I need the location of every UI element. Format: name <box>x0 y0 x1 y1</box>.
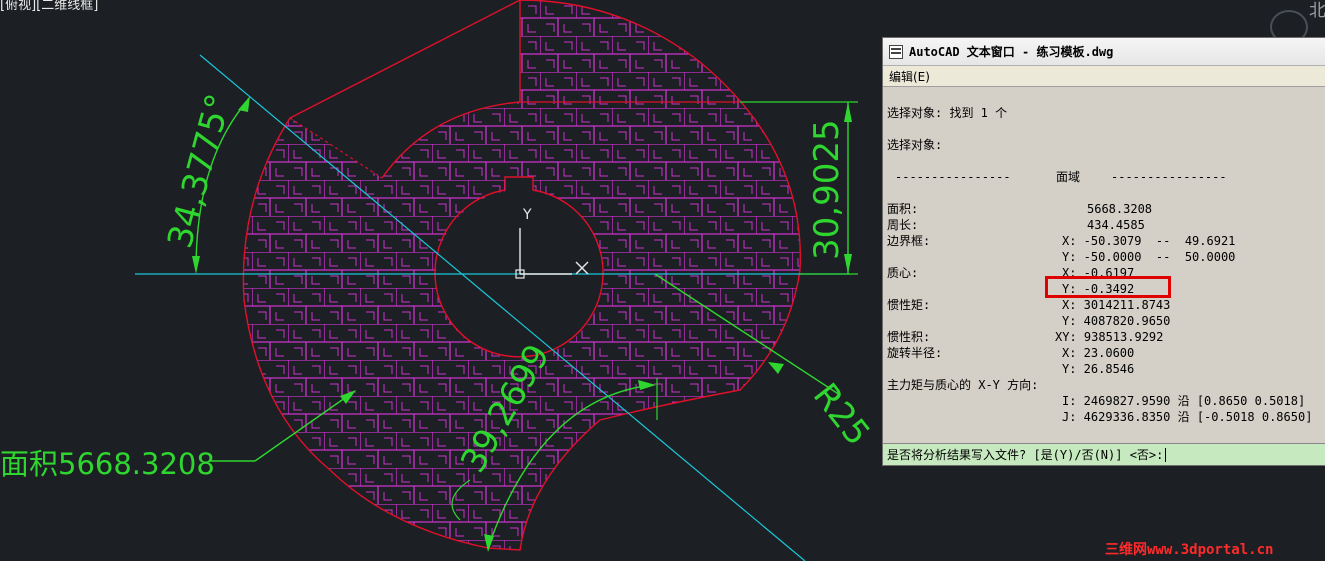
line-select-found: 选择对象: 找到 1 个 <box>887 106 1008 120</box>
viewcube-north-label: 北 <box>1309 1 1325 21</box>
app-window-icon <box>889 44 903 59</box>
radius-dimension-text: R25 <box>805 376 878 453</box>
line-select-prompt: 选择对象: <box>887 138 943 152</box>
moi-y: Y: 4087820.9650 <box>1062 314 1171 328</box>
command-line[interactable]: 是否将分析结果写入文件? [是(Y)/否(N)] <否>: <box>883 443 1325 465</box>
poi-xy: XY: 938513.9292 <box>1055 330 1164 344</box>
text-window-output[interactable]: 选择对象: 找到 1 个 选择对象: ---------------- 面域 -… <box>883 87 1325 442</box>
gyration-name: 旋转半径: <box>887 346 943 360</box>
area-name: 面积: <box>887 202 919 216</box>
area-value: 5668.3208 <box>1087 202 1153 216</box>
perimeter-name: 周长: <box>887 218 919 232</box>
line-separator-title: 面域 <box>1056 170 1081 184</box>
area-leader-text: 面积5668.3208 <box>0 447 215 481</box>
principal-name: 主力矩与质心的 X-Y 方向: <box>887 378 1039 392</box>
gyration-x: X: 23.0600 <box>1062 346 1135 360</box>
watermark-text: 三维网www.3dportal.cn <box>1105 542 1274 558</box>
centroid-name: 质心: <box>887 266 919 280</box>
poi-name: 惯性积: <box>887 330 931 344</box>
linear-dimension-vertical-text: 30,9025 <box>807 119 847 260</box>
moi-x: X: 3014211.8743 <box>1062 298 1171 312</box>
ucs-y-label: Y <box>522 207 532 223</box>
gyration-y: Y: 26.8546 <box>1062 362 1135 376</box>
angle-dimension-1[interactable]: 34,3775° <box>160 90 250 274</box>
perimeter-value: 434.4585 <box>1087 218 1145 232</box>
centroid-y-highlight-box <box>1045 276 1171 298</box>
principal-j: J: 4629336.8350 沿 [-0.5018 0.8650] <box>1062 410 1313 424</box>
command-prompt: 是否将分析结果写入文件? [是(Y)/否(N)] <否>: <box>887 448 1164 462</box>
viewport-view-label[interactable]: [俯视][二维线框] <box>0 0 98 13</box>
text-window-titlebar[interactable]: AutoCAD 文本窗口 - 练习模板.dwg <box>883 38 1325 66</box>
menu-edit[interactable]: 编辑(E) <box>889 68 930 85</box>
bbox-name: 边界框: <box>887 234 931 248</box>
bbox-x: X: -50.3079 -- 49.6921 <box>1062 234 1236 248</box>
principal-i: I: 2469827.9590 沿 [0.8650 0.5018] <box>1062 394 1306 408</box>
text-window-title: AutoCAD 文本窗口 - 练习模板.dwg <box>909 45 1114 59</box>
text-caret <box>1165 447 1167 462</box>
bbox-y: Y: -50.0000 -- 50.0000 <box>1062 250 1236 264</box>
autocad-text-window[interactable]: AutoCAD 文本窗口 - 练习模板.dwg 编辑(E) 选择对象: 找到 1… <box>882 37 1325 466</box>
angle-dimension-1-text: 34,3775° <box>160 90 239 253</box>
moi-name: 惯性矩: <box>887 298 931 312</box>
text-window-menubar: 编辑(E) <box>883 66 1325 87</box>
line-separator-right: ---------------- <box>1111 170 1227 184</box>
line-separator-left: ---------------- <box>895 170 1011 184</box>
